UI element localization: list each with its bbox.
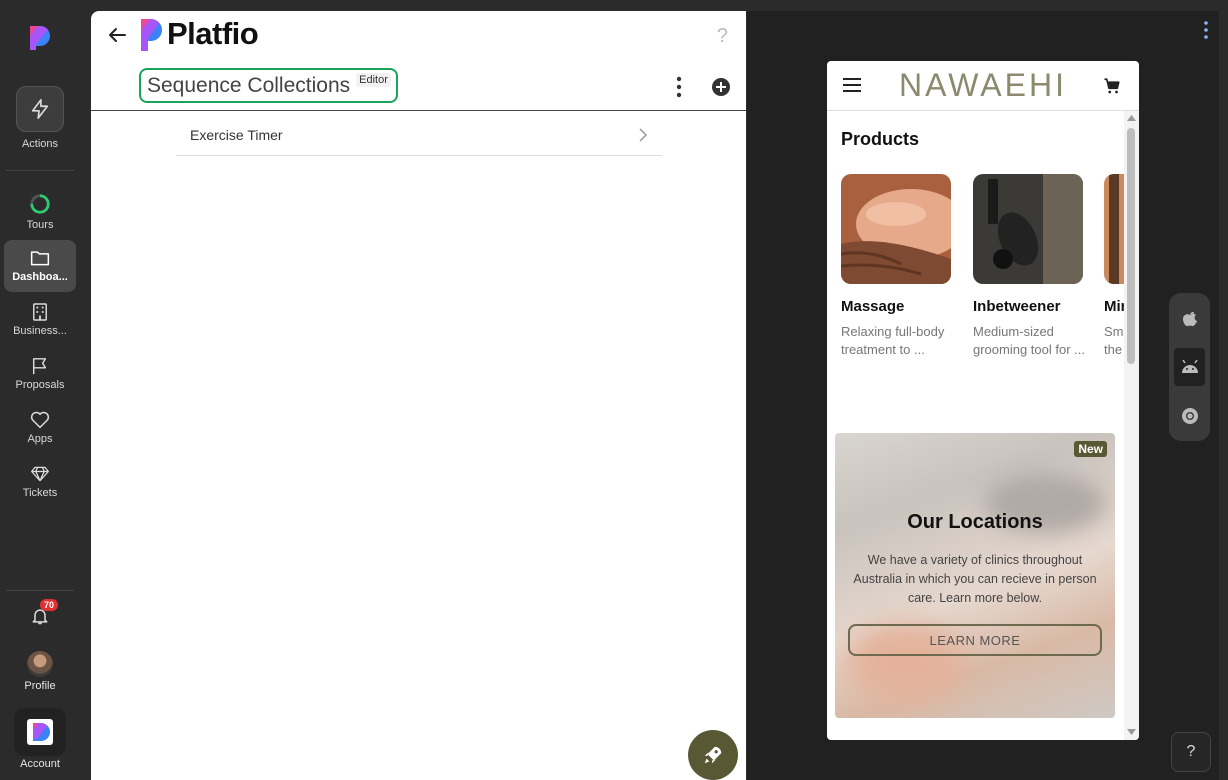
locations-title: Our Locations: [907, 511, 1043, 533]
chevron-right-icon: [639, 128, 648, 142]
page-title: Sequence Collections Editor: [139, 68, 398, 103]
product-image: [1104, 174, 1124, 284]
phone-preview: NAWAEHI Products Massage Relaxing full-b…: [827, 61, 1139, 740]
sidebar-item-dashboard[interactable]: Dashboa...: [4, 240, 76, 292]
sidebar-item-label: Apps: [27, 433, 53, 445]
sidebar-item-tours[interactable]: Tours: [4, 186, 76, 238]
progress-ring-icon: [30, 194, 50, 214]
platform-switcher: [1169, 293, 1210, 441]
sidebar-item-tickets[interactable]: Tickets: [4, 456, 76, 508]
scrollbar[interactable]: [1124, 111, 1139, 740]
app-brand: NAWAEHI: [899, 67, 1067, 103]
android-icon: [1181, 360, 1198, 373]
product-card[interactable]: Mir Sm the: [1104, 174, 1124, 359]
more-vertical-icon[interactable]: [669, 75, 689, 99]
product-card[interactable]: Inbetweener Medium-sized grooming tool f…: [973, 174, 1085, 359]
lightning-icon: [31, 99, 49, 119]
new-badge: New: [1074, 441, 1107, 457]
avatar[interactable]: [27, 651, 53, 677]
product-description: Medium-sized: [973, 324, 1054, 339]
sidebar-item-business[interactable]: Business...: [4, 294, 76, 346]
header-divider: [91, 110, 746, 111]
back-arrow-icon[interactable]: [105, 23, 129, 47]
product-name: Massage: [841, 298, 905, 315]
account-label: Account: [20, 758, 60, 770]
rocket-icon: [704, 746, 722, 764]
locations-text: We have a variety of clinics throughout …: [853, 553, 1097, 605]
sidebar-item-label: Tours: [26, 219, 54, 231]
rail-divider: [6, 590, 74, 591]
locations-card: New Our Locations We have a variety of c…: [835, 433, 1115, 718]
product-description: Sm: [1104, 324, 1124, 339]
launch-button[interactable]: [688, 730, 738, 780]
product-description: grooming tool for ...: [973, 342, 1085, 357]
apple-icon: [1182, 312, 1197, 327]
cart-icon[interactable]: [1103, 77, 1121, 95]
heart-icon: [30, 411, 50, 429]
learn-more-button[interactable]: LEARN MORE: [848, 624, 1102, 656]
platform-android[interactable]: [1174, 348, 1205, 386]
scroll-thumb[interactable]: [1127, 128, 1135, 364]
help-button[interactable]: ?: [1171, 732, 1211, 772]
editor-tag: Editor: [356, 72, 391, 87]
profile-label[interactable]: Profile: [0, 680, 80, 692]
flag-icon: [32, 358, 47, 375]
product-image: [841, 174, 951, 284]
sidebar-item-proposals[interactable]: Proposals: [4, 348, 76, 400]
actions-button[interactable]: [16, 86, 64, 132]
sidebar-item-label: Dashboa...: [12, 271, 68, 283]
product-card[interactable]: Massage Relaxing full-body treatment to …: [841, 174, 953, 359]
sidebar-item-label: Tickets: [22, 487, 58, 499]
brand-name: Platfio: [167, 16, 259, 51]
actions-label: Actions: [21, 138, 59, 150]
platfio-brand-icon: [141, 19, 162, 51]
chrome-icon: [1181, 408, 1198, 424]
add-circle-icon[interactable]: [711, 77, 731, 97]
platform-web[interactable]: [1174, 397, 1205, 435]
scroll-up-icon[interactable]: [1127, 114, 1136, 122]
editor-panel: Platfio ? Sequence Collections Editor Ex…: [91, 11, 746, 780]
notification-badge: 70: [40, 599, 59, 611]
account-button[interactable]: [14, 708, 66, 756]
platform-ios[interactable]: [1174, 299, 1205, 337]
scroll-down-icon[interactable]: [1127, 728, 1136, 736]
more-vertical-icon[interactable]: [1200, 20, 1212, 40]
product-description: Relaxing full-body: [841, 324, 945, 339]
sidebar-item-label: Proposals: [15, 379, 65, 391]
account-logo-icon: [27, 719, 53, 745]
left-rail: Actions Tours Dashboa... Business... Pro…: [0, 0, 80, 780]
rail-divider: [6, 170, 74, 171]
building-icon: [33, 303, 47, 321]
product-description: treatment to ...: [841, 342, 925, 357]
platfio-logo-icon[interactable]: [28, 24, 52, 50]
products-title: Products: [841, 129, 920, 149]
folder-icon: [30, 251, 50, 266]
product-name: Inbetweener: [973, 298, 1061, 315]
app-header: NAWAEHI: [827, 61, 1139, 111]
product-description: the: [1104, 342, 1123, 357]
list-item-label: Exercise Timer: [190, 127, 283, 143]
product-name: Mir: [1104, 298, 1124, 315]
page-title-text: Sequence Collections: [147, 73, 351, 97]
list-item[interactable]: Exercise Timer: [176, 115, 662, 156]
product-image: [973, 174, 1083, 284]
sidebar-item-label: Business...: [13, 325, 67, 337]
sidebar-item-apps[interactable]: Apps: [4, 402, 76, 454]
help-button[interactable]: ?: [717, 25, 728, 48]
diamond-icon: [31, 466, 49, 482]
